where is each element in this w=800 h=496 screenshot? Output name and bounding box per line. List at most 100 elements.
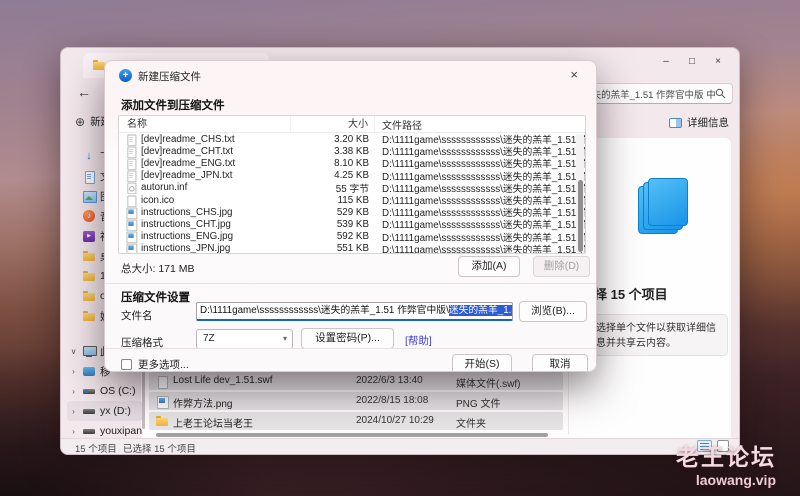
column-size[interactable]: 大小	[291, 116, 375, 133]
row-file-size: 115 KB	[291, 195, 375, 206]
new-archive-icon	[119, 69, 132, 82]
divider	[105, 283, 596, 284]
drive-icon	[82, 425, 96, 438]
add-button[interactable]: 添加(A)	[458, 256, 520, 277]
table-header: 名称 大小 文件路径	[119, 116, 585, 133]
row-file-path: D:\1111game\ssssssssssss\迷失的羔羊_1.51 作...	[375, 242, 585, 254]
chevron-icon[interactable]: ›	[69, 427, 78, 436]
set-password-button[interactable]: 设置密码(P)...	[301, 328, 394, 349]
document-icon	[82, 170, 96, 183]
row-file-size: 529 KB	[291, 207, 375, 218]
table-scrollbar[interactable]	[576, 134, 584, 252]
jpg-icon	[125, 219, 138, 231]
start-button[interactable]: 开始(S)	[452, 354, 512, 372]
more-options-label: 更多选项...	[138, 357, 189, 372]
archive-file-table: 名称 大小 文件路径 [dev]readme_CHS.txt 3.20 KB D…	[118, 115, 586, 254]
items-count: 15 个项目	[75, 441, 117, 455]
drive-blue-icon	[82, 365, 96, 378]
browse-button[interactable]: 浏览(B)...	[519, 301, 587, 322]
status-bar: 15 个项目 已选择 15 个项目	[61, 438, 739, 454]
filename-input[interactable]: D:\1111game\ssssssssssss\迷失的羔羊_1.51 作弊官中…	[196, 302, 513, 321]
filename-prefix: D:\1111game\ssssssssssss\迷失的羔羊_1.51 作弊官中…	[200, 305, 449, 316]
chevron-icon[interactable]: ∨	[69, 347, 78, 356]
chevron-icon[interactable]: ›	[69, 407, 78, 416]
cancel-button[interactable]: 取消	[532, 354, 588, 372]
file-date: 2022/6/3 13:40	[356, 375, 423, 386]
txt-icon	[125, 133, 138, 145]
row-file-name: [dev]readme_CHT.txt	[141, 146, 233, 157]
folder-icon	[82, 310, 96, 323]
row-file-name: instructions_CHT.jpg	[141, 219, 231, 230]
row-file-name: instructions_CHS.jpg	[141, 207, 232, 218]
folder-icon	[155, 415, 169, 428]
dialog-title: 新建压缩文件	[138, 69, 201, 84]
sidebar-scrollbar[interactable]	[142, 371, 145, 429]
row-file-size: 8.10 KB	[291, 158, 375, 169]
search-icon	[715, 88, 726, 99]
chevron-icon[interactable]: ›	[69, 367, 78, 376]
video-icon	[82, 230, 96, 243]
sidebar-item[interactable]: › yx (D:)	[67, 401, 143, 421]
sidebar-item-label: OS (C:)	[100, 385, 136, 397]
ico-icon	[125, 194, 138, 206]
download-icon	[82, 150, 96, 163]
new-plus-icon: ⊕	[75, 115, 85, 129]
sidebar-item[interactable]: › OS (C:)	[67, 381, 143, 401]
format-value: 7Z	[203, 333, 215, 344]
png-icon	[155, 395, 169, 408]
format-select[interactable]: 7Z ▾	[196, 329, 293, 349]
watermark: 老王论坛 laowang.vip	[676, 438, 776, 488]
row-file-size: 4.25 KB	[291, 170, 375, 181]
folder-icon	[82, 250, 96, 263]
row-file-name: [dev]readme_JPN.txt	[141, 170, 232, 181]
drive-os-icon	[82, 385, 96, 398]
row-file-name: instructions_ENG.jpg	[141, 231, 233, 242]
column-name[interactable]: 名称	[119, 116, 291, 133]
table-body: [dev]readme_CHS.txt 3.20 KB D:\1111game\…	[119, 133, 585, 254]
file-row[interactable]: 上老王论坛当老王 2024/10/27 10:29 文件夹	[149, 412, 563, 430]
row-file-size: 3.38 KB	[291, 146, 375, 157]
table-row[interactable]: instructions_JPN.jpg 551 KB D:\1111game\…	[119, 243, 585, 254]
details-pane-icon	[669, 118, 682, 128]
close-button[interactable]: ×	[705, 52, 731, 72]
filename-selected-text: 迷失的羔羊_1.51 作弊官中版	[449, 305, 513, 316]
jpg-icon	[125, 231, 138, 243]
column-path[interactable]: 文件路径	[375, 117, 585, 132]
swf-icon	[155, 375, 169, 388]
help-link[interactable]: [帮助]	[405, 333, 432, 348]
file-type: 文件夹	[456, 415, 486, 430]
dialog-close-icon[interactable]: ×	[566, 67, 582, 82]
checkbox-icon[interactable]	[121, 359, 132, 370]
jpg-icon	[125, 206, 138, 218]
watermark-title: 老王论坛	[676, 438, 776, 472]
delete-button: 删除(D)	[533, 256, 590, 277]
filename-label: 文件名	[121, 308, 153, 323]
file-row[interactable]: 作弊方法.png 2022/8/15 18:08 PNG 文件	[149, 392, 563, 410]
maximize-button[interactable]: □	[679, 52, 705, 72]
file-date: 2024/10/27 10:29	[356, 415, 434, 426]
row-file-size: 3.20 KB	[291, 134, 375, 145]
file-date: 2022/8/15 18:08	[356, 395, 428, 406]
chevron-down-icon: ▾	[283, 330, 287, 348]
chevron-icon[interactable]: ›	[69, 387, 78, 396]
txt-icon	[125, 170, 138, 182]
row-file-name: instructions_JPN.jpg	[141, 243, 230, 254]
minimize-button[interactable]: –	[653, 52, 679, 72]
selection-preview-icon	[636, 176, 692, 238]
details-pane-toggle[interactable]: 详细信息	[669, 115, 729, 130]
section-archive-settings: 压缩文件设置	[121, 289, 190, 305]
more-options-checkbox[interactable]: 更多选项...	[121, 357, 189, 372]
file-row[interactable]: Lost Life dev_1.51.swf 2022/6/3 13:40 媒体…	[149, 372, 563, 390]
dialog-titlebar: 新建压缩文件 ×	[105, 61, 596, 89]
horizontal-scrollbar[interactable]	[156, 433, 548, 437]
txt-icon	[125, 145, 138, 157]
picture-icon	[82, 190, 96, 203]
section-add-files: 添加文件到压缩文件	[121, 97, 225, 113]
new-archive-dialog: 新建压缩文件 × 添加文件到压缩文件 名称 大小 文件路径 [dev]readm…	[104, 60, 597, 372]
jpg-icon	[125, 243, 138, 254]
txt-icon	[125, 158, 138, 170]
back-button[interactable]: ←	[77, 84, 91, 100]
selected-count: 已选择 15 个项目	[123, 441, 196, 455]
pc-icon	[82, 345, 96, 358]
file-name: 上老王论坛当老王	[173, 415, 253, 430]
